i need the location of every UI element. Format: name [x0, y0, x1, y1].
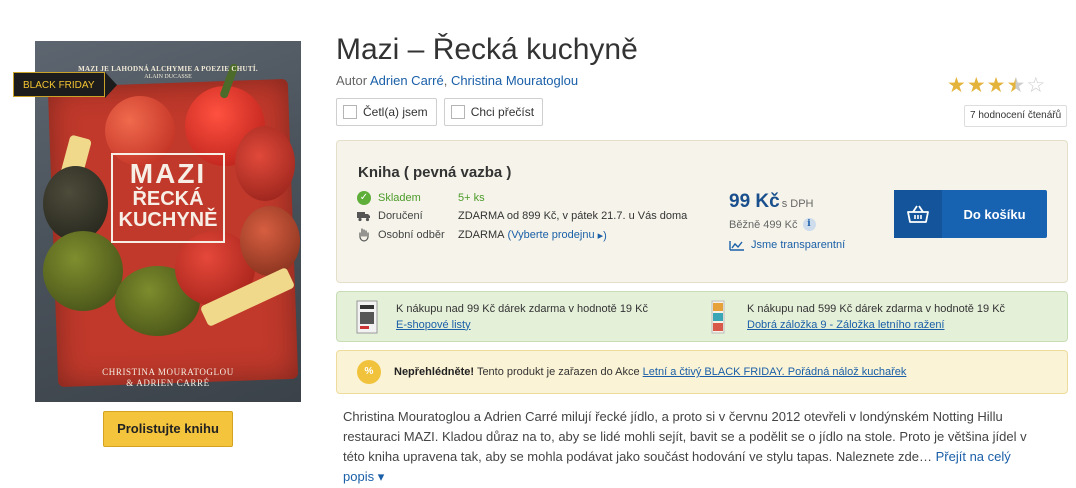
pickup-value: ZDARMA	[458, 229, 505, 241]
transparency-label: Jsme transparentní	[751, 239, 846, 251]
gift-thumbnail[interactable]	[707, 300, 729, 334]
star-rating[interactable]: ★ ★ ★ ★ ☆	[947, 75, 1045, 97]
gift-description: K nákupu nad 99 Kč dárek zdarma v hodnot…	[396, 302, 648, 315]
read-checkbox[interactable]: Četl(a) jsem	[336, 98, 437, 126]
cover-title-line2: ŘECKÁ	[132, 188, 204, 210]
chart-line-icon	[729, 241, 744, 251]
notice-bold: Nepřehlédněte!	[394, 366, 475, 378]
delivery-value: ZDARMA od 899 Kč, v pátek 21.7. u Vás do…	[458, 210, 688, 222]
regular-price-value: Běžně 499 Kč	[729, 218, 798, 231]
truck-icon	[357, 209, 371, 223]
choose-store-paren: (	[504, 229, 512, 241]
percent-icon: %	[357, 360, 381, 384]
pickup-row: Osobní odběr ZDARMA (Vyberte prodejnu ▸)	[357, 228, 607, 242]
gift-thumbnail[interactable]	[356, 300, 378, 334]
promo-notice: % Nepřehlédněte! Tento produkt je zařaze…	[336, 350, 1068, 394]
rating-count[interactable]: 7 hodnocení čtenářů	[964, 105, 1068, 127]
black-friday-badge: BLACK FRIDAY	[13, 72, 116, 98]
add-to-cart-button[interactable]: Do košíku	[894, 190, 1047, 238]
chevron-down-icon: ▾	[377, 469, 385, 484]
gift-offer: K nákupu nad 599 Kč dárek zdarma v hodno…	[707, 292, 1005, 341]
want-checkbox-label: Chci přečíst	[470, 105, 535, 119]
star-full-icon: ★	[966, 74, 986, 97]
cover-veg	[43, 166, 108, 241]
gift-offer: K nákupu nad 99 Kč dárek zdarma v hodnot…	[356, 292, 648, 341]
purchase-panel: Kniha ( pevná vazba ) ✓ Skladem 5+ ks Do…	[336, 140, 1068, 283]
stock-row: ✓ Skladem 5+ ks	[357, 191, 485, 205]
choose-store-link[interactable]: Vyberte prodejnu	[511, 229, 594, 241]
info-icon[interactable]: i	[802, 218, 816, 231]
star-empty-icon: ☆	[1026, 74, 1046, 97]
delivery-row: Doručení ZDARMA od 899 Kč, v pátek 21.7.…	[357, 209, 687, 223]
gift-link[interactable]: E-shopové listy	[396, 319, 471, 331]
checkbox-icon	[450, 105, 465, 119]
notice-body: Tento produkt je zařazen do Akce	[476, 366, 640, 378]
stock-value: 5+ ks	[458, 192, 485, 204]
author-link-1[interactable]: Adrien Carré	[370, 73, 444, 88]
add-to-cart-label: Do košíku	[963, 206, 1026, 222]
read-checkbox-label: Četl(a) jsem	[363, 105, 428, 119]
price-note: s DPH	[781, 198, 814, 210]
cover-title-line1: MAZI	[129, 158, 207, 189]
price-value: 99 Kč	[729, 191, 780, 212]
want-to-read-checkbox[interactable]: Chci přečíst	[443, 98, 544, 126]
product-description: Christina Mouratoglou a Adrien Carré mil…	[343, 407, 1043, 487]
cover-veg	[43, 231, 123, 311]
transparency-link[interactable]: Jsme transparentní	[729, 239, 845, 251]
chevron-right-icon: ▸)	[594, 229, 607, 242]
format-title: Kniha ( pevná vazba )	[358, 164, 512, 181]
product-title: Mazi – Řecká kuchyně	[336, 33, 638, 66]
basket-icon	[894, 190, 942, 238]
regular-price: Běžně 499 Kč i	[729, 218, 816, 231]
stock-label: Skladem	[378, 192, 421, 204]
cover-title-box: MAZI ŘECKÁ KUCHYNĚ	[111, 153, 225, 243]
author-label: Autor	[336, 73, 368, 88]
notice-text: Nepřehlédněte! Tento produkt je zařazen …	[394, 366, 906, 378]
gift-link[interactable]: Dobrá záložka 9 - Záložka letního ražení	[747, 319, 945, 331]
star-full-icon: ★	[947, 74, 966, 97]
cover-authors-line2: & ADRIEN CARRÉ	[126, 378, 210, 388]
cover-authors-line1: CHRISTINA MOURATOGLOU	[102, 367, 234, 377]
gift-description: K nákupu nad 599 Kč dárek zdarma v hodno…	[747, 302, 1006, 315]
reading-status: Četl(a) jsem Chci přečíst	[336, 98, 544, 126]
price: 99 Kč s DPH	[729, 191, 813, 213]
author-separator: ,	[443, 73, 448, 88]
checkbox-icon	[343, 105, 357, 119]
cover-veg	[235, 126, 295, 201]
delivery-label: Doručení	[378, 210, 423, 222]
gift-text: K nákupu nad 99 Kč dárek zdarma v hodnot…	[396, 301, 648, 333]
star-full-icon: ★	[986, 74, 1006, 97]
description-text: Christina Mouratoglou a Adrien Carré mil…	[343, 409, 1027, 464]
gift-text: K nákupu nad 599 Kč dárek zdarma v hodno…	[747, 301, 1005, 333]
notice-link[interactable]: Letní a čtivý BLACK FRIDAY. Pořádná nálo…	[643, 366, 907, 378]
cover-veg	[240, 206, 300, 276]
author-link-2[interactable]: Christina Mouratoglou	[451, 73, 578, 88]
gift-offers: K nákupu nad 99 Kč dárek zdarma v hodnot…	[336, 291, 1068, 342]
check-icon: ✓	[357, 191, 371, 205]
cover-title-line3: KUCHYNĚ	[118, 209, 218, 231]
pickup-label: Osobní odběr	[378, 229, 445, 241]
browse-book-button[interactable]: Prolistujte knihu	[103, 411, 233, 447]
star-half-icon: ★	[1006, 74, 1026, 97]
hand-icon	[357, 228, 371, 242]
author-line: Autor Adrien Carré, Christina Mouratoglo…	[336, 73, 578, 88]
